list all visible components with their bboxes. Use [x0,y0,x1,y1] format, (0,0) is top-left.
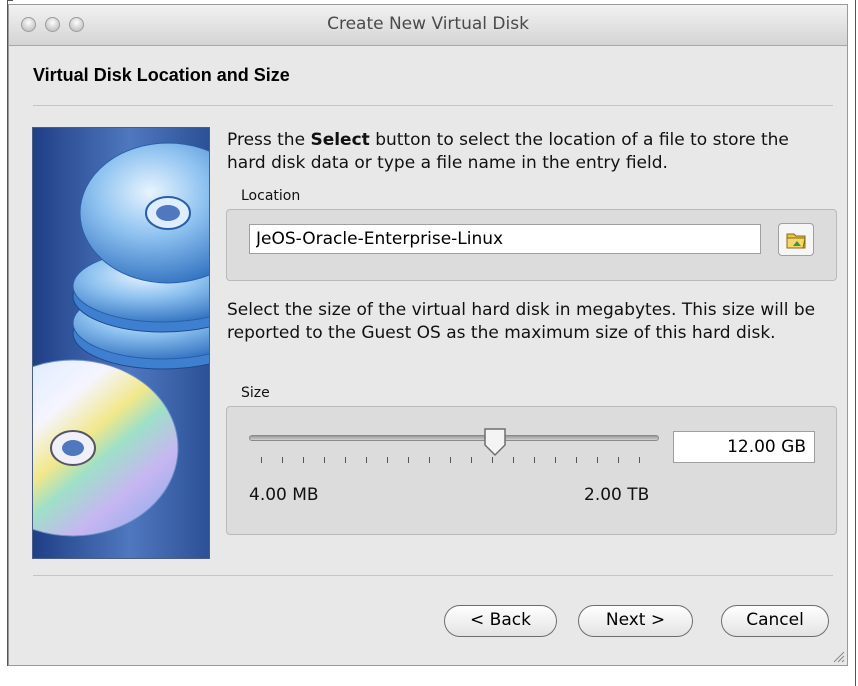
slider-tick [303,457,304,463]
title-bar[interactable]: Create New Virtual Disk [9,5,847,46]
location-description-bold: Select [310,130,370,150]
slider-tick [639,457,640,463]
slider-tick [324,457,325,463]
location-group [226,209,837,281]
select-location-button[interactable] [778,223,814,256]
slider-tick [366,457,367,463]
dialog-window: Create New Virtual Disk Virtual Disk Loc… [8,4,848,666]
location-input[interactable] [249,224,761,254]
frame-right-edge [855,0,856,686]
page-heading: Virtual Disk Location and Size [33,65,290,85]
slider-tick [345,457,346,463]
slider-tick [450,457,451,463]
size-description: Select the size of the virtual hard disk… [227,300,816,343]
resize-grip-icon[interactable] [831,649,845,663]
slider-tick [492,457,493,463]
slider-tick [261,457,262,463]
size-slider-thumb[interactable] [483,427,507,457]
header-separator [33,105,833,106]
size-group-label: Size [241,385,270,401]
slider-tick [576,457,577,463]
slider-tick [387,457,388,463]
size-group: 4.00 MB 2.00 TB [226,406,837,535]
frame-corner-tick [7,0,13,1]
location-group-label: Location [241,188,301,204]
cancel-button[interactable]: Cancel [721,605,829,637]
window-title: Create New Virtual Disk [327,14,529,34]
disk-illustration [32,127,210,559]
slider-tick [555,457,556,463]
slider-tick [597,457,598,463]
slider-tick [471,457,472,463]
size-input[interactable] [673,431,815,463]
slider-tick [534,457,535,463]
size-slider-track[interactable] [249,435,659,441]
slider-tick [408,457,409,463]
size-min-label: 4.00 MB [249,485,319,505]
back-button[interactable]: < Back [444,605,557,637]
location-description-text-1: Press the [227,130,311,150]
folder-icon [786,233,806,249]
slider-tick [429,457,430,463]
slider-tick [513,457,514,463]
location-description: Press the Select button to select the lo… [227,129,827,175]
size-max-label: 2.00 TB [584,485,650,505]
slider-tick [282,457,283,463]
footer-separator [33,575,833,576]
slider-tick [618,457,619,463]
stacked-disks-icon [33,142,209,537]
next-button[interactable]: Next > [578,605,693,637]
